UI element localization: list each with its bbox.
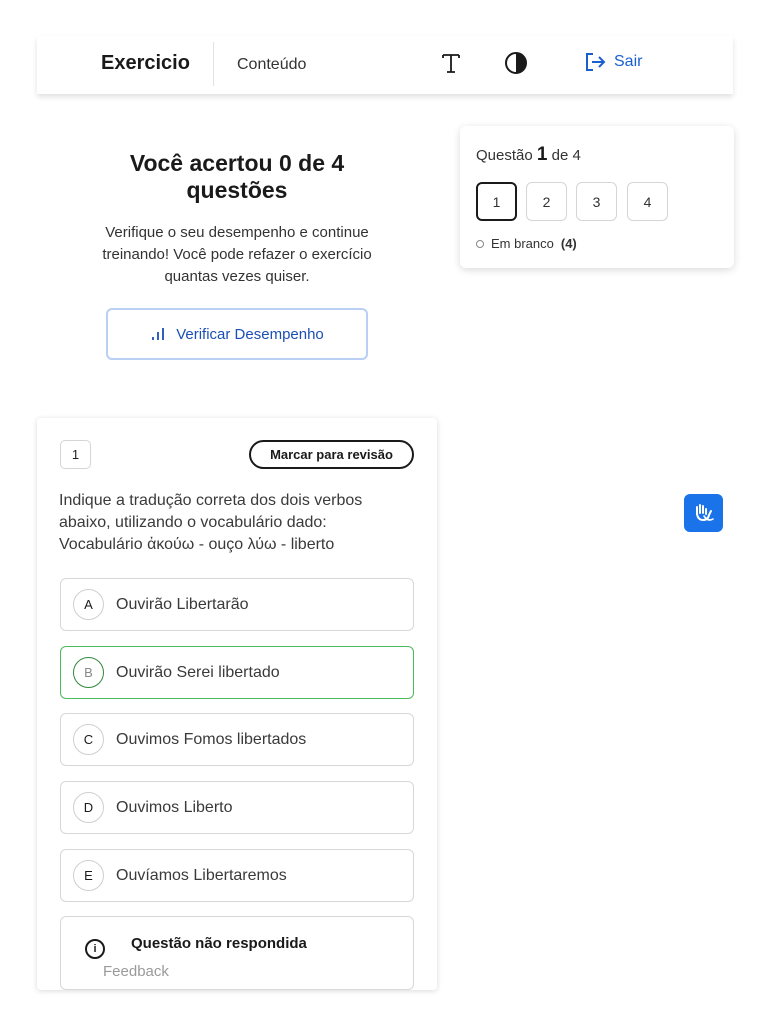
- question-number-badge: 1: [60, 440, 91, 469]
- question-nav-2[interactable]: 2: [526, 182, 567, 221]
- bar-chart-icon: [152, 328, 165, 340]
- option-a[interactable]: A Ouvirão Libertarão: [60, 578, 414, 631]
- feedback-title: Questão não respondida: [131, 935, 307, 952]
- info-icon: i: [85, 939, 105, 959]
- option-letter: D: [73, 792, 104, 823]
- blank-dot-icon: [476, 239, 484, 248]
- option-e[interactable]: E Ouvíamos Libertaremos: [60, 849, 414, 902]
- blank-label: Em branco: [491, 236, 554, 251]
- option-text: Ouvirão Libertarão: [116, 595, 249, 613]
- counter-current: 1: [536, 144, 548, 165]
- nav-content-link[interactable]: Conteúdo: [237, 56, 306, 74]
- mark-for-review-button[interactable]: Marcar para revisão: [249, 440, 414, 469]
- option-text: Ouvimos Liberto: [116, 798, 233, 816]
- question-counter: Questão 1 de 4: [476, 144, 581, 166]
- verify-performance-label: Verificar Desempenho: [176, 325, 324, 343]
- question-text: Indique a tradução correta dos dois verb…: [59, 492, 363, 553]
- option-text: Ouvimos Fomos libertados: [116, 730, 307, 748]
- question-nav-1[interactable]: 1: [476, 182, 517, 221]
- top-header: Exercicio Conteúdo Sair: [37, 36, 733, 94]
- brand-title: Exercicio: [101, 52, 190, 74]
- text-size-icon[interactable]: [439, 50, 463, 76]
- option-letter: B: [73, 657, 104, 688]
- logout-icon: [586, 53, 606, 71]
- blank-count: (4): [560, 236, 577, 251]
- feedback-box: i Questão não respondida Feedback: [60, 916, 414, 990]
- question-nav-3[interactable]: 3: [576, 182, 617, 221]
- feedback-label: Feedback: [103, 963, 169, 980]
- result-title: Você acertou 0 de 4 questões: [129, 150, 345, 203]
- verify-performance-button[interactable]: Verificar Desempenho: [106, 308, 368, 360]
- logout-label: Sair: [614, 53, 643, 70]
- option-b[interactable]: B Ouvirão Serei libertado: [60, 646, 414, 699]
- option-text: Ouvirão Serei libertado: [116, 663, 280, 681]
- option-letter: C: [73, 724, 104, 755]
- counter-prefix: Questão: [476, 147, 533, 164]
- contrast-icon[interactable]: [503, 50, 529, 76]
- sign-language-icon[interactable]: [684, 494, 723, 532]
- result-description: Verifique o seu desempenho e continue tr…: [102, 224, 372, 285]
- logout-button[interactable]: Sair: [584, 52, 642, 72]
- blank-legend: Em branco (4): [476, 236, 577, 251]
- option-c[interactable]: C Ouvimos Fomos libertados: [60, 713, 414, 766]
- question-nav-4[interactable]: 4: [627, 182, 668, 221]
- question-card: 1 Marcar para revisão Indique a tradução…: [37, 418, 437, 990]
- header-divider: [213, 42, 214, 86]
- counter-suffix: de 4: [551, 147, 581, 164]
- option-d[interactable]: D Ouvimos Liberto: [60, 781, 414, 834]
- option-text: Ouvíamos Libertaremos: [116, 866, 287, 884]
- option-letter: E: [73, 860, 104, 891]
- option-letter: A: [73, 589, 104, 620]
- question-navigator: Questão 1 de 4 1 2 3 4 Em branco (4): [460, 126, 734, 268]
